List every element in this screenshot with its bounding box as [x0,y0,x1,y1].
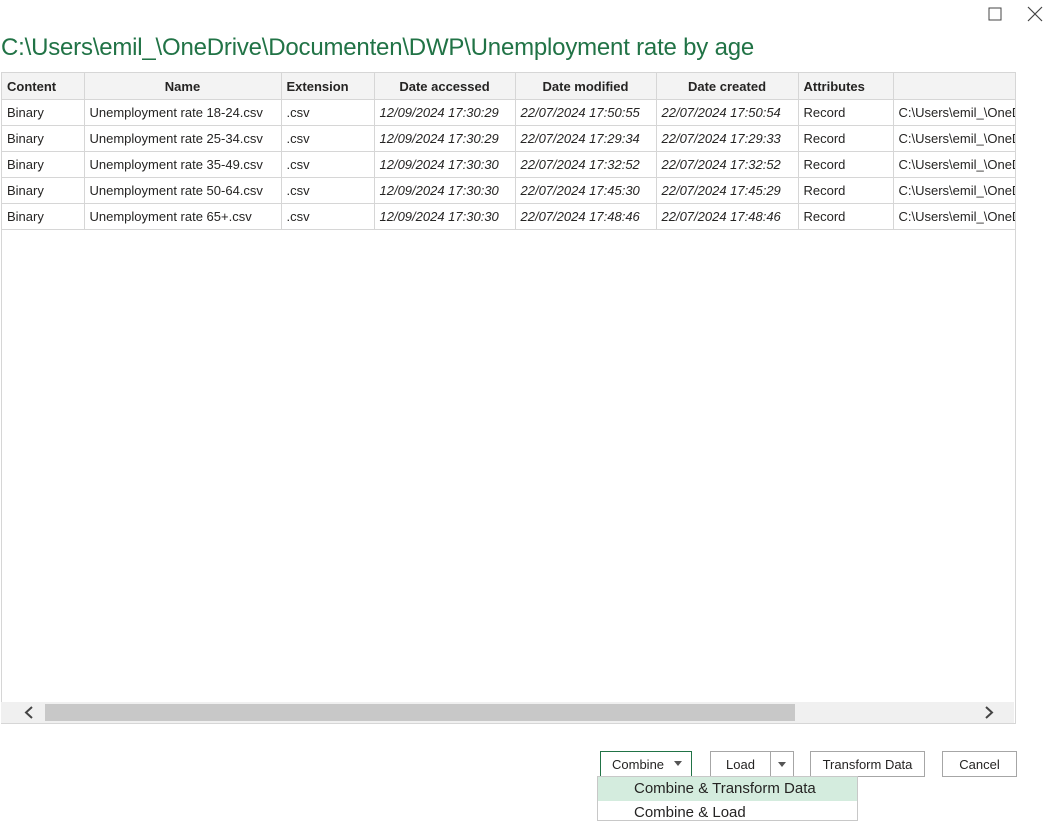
combine-button-label: Combine [612,756,665,772]
cell-content: Binary [2,125,85,152]
transform-data-button-label: Transform Data [822,756,913,772]
cell-date-modified: 22/07/2024 17:50:55 [515,99,657,126]
cell-folder-path: C:\Users\emil_\OneDrive [893,151,1015,178]
file-table: Content Name Extension Date accessed Dat… [2,73,1015,230]
transform-data-button[interactable]: Transform Data [810,751,925,777]
load-button[interactable]: Load [710,751,771,777]
column-header-date-accessed[interactable]: Date accessed [374,73,516,100]
cell-date-created: 22/07/2024 17:32:52 [656,151,799,178]
cell-content: Binary [2,177,85,204]
cell-date-accessed: 12/09/2024 17:30:30 [374,177,516,204]
combine-dropdown-menu: Combine & Transform Data Combine & Load [597,776,858,821]
close-icon[interactable] [1025,4,1045,24]
column-header-folder-path[interactable] [893,73,1015,100]
cell-date-modified: 22/07/2024 17:45:30 [515,177,657,204]
cell-date-created: 22/07/2024 17:45:29 [656,177,799,204]
cell-name: Unemployment rate 35-49.csv [84,151,282,178]
table-header-row: Content Name Extension Date accessed Dat… [2,73,1015,100]
chevron-down-icon [674,761,682,766]
chevron-down-icon [778,761,786,767]
cell-date-accessed: 12/09/2024 17:30:29 [374,99,516,126]
column-header-attributes[interactable]: Attributes [798,73,894,100]
chevron-left-icon[interactable] [19,704,39,721]
cell-date-accessed: 12/09/2024 17:30:29 [374,125,516,152]
column-header-date-modified[interactable]: Date modified [515,73,657,100]
cell-name: Unemployment rate 65+.csv [84,203,282,230]
table-row: Binary Unemployment rate 50-64.csv .csv … [2,177,1015,204]
menu-item-combine-transform[interactable]: Combine & Transform Data [598,777,857,801]
cell-extension: .csv [281,99,375,126]
cell-attributes: Record [798,99,894,126]
chevron-right-icon[interactable] [979,704,999,721]
cell-content: Binary [2,203,85,230]
load-button-label: Load [726,756,755,772]
file-preview-grid: Content Name Extension Date accessed Dat… [1,72,1016,724]
column-header-content[interactable]: Content [2,73,85,100]
load-dropdown-button[interactable] [770,751,794,777]
combine-button[interactable]: Combine [600,751,692,777]
column-header-name[interactable]: Name [84,73,282,100]
cell-name: Unemployment rate 25-34.csv [84,125,282,152]
cell-folder-path: C:\Users\emil_\OneDrive [893,203,1015,230]
cell-extension: .csv [281,177,375,204]
column-header-date-created[interactable]: Date created [656,73,799,100]
cancel-button-label: Cancel [959,756,1000,772]
horizontal-scrollbar[interactable] [1,702,1014,723]
cell-date-created: 22/07/2024 17:29:33 [656,125,799,152]
cell-extension: .csv [281,151,375,178]
cell-name: Unemployment rate 18-24.csv [84,99,282,126]
cell-attributes: Record [798,125,894,152]
column-header-extension[interactable]: Extension [281,73,375,100]
cell-attributes: Record [798,177,894,204]
cell-date-created: 22/07/2024 17:48:46 [656,203,799,230]
cell-date-accessed: 12/09/2024 17:30:30 [374,151,516,178]
maximize-icon[interactable] [985,4,1005,24]
cell-name: Unemployment rate 50-64.csv [84,177,282,204]
menu-item-combine-load[interactable]: Combine & Load [598,801,857,825]
cell-content: Binary [2,99,85,126]
folder-path-title: C:\Users\emil_\OneDrive\Documenten\DWP\U… [1,34,755,61]
cell-folder-path: C:\Users\emil_\OneDrive [893,99,1015,126]
cancel-button[interactable]: Cancel [942,751,1017,777]
cell-date-modified: 22/07/2024 17:29:34 [515,125,657,152]
cell-extension: .csv [281,125,375,152]
table-row: Binary Unemployment rate 18-24.csv .csv … [2,99,1015,126]
cell-date-modified: 22/07/2024 17:32:52 [515,151,657,178]
cell-folder-path: C:\Users\emil_\OneDrive [893,125,1015,152]
cell-attributes: Record [798,203,894,230]
cell-attributes: Record [798,151,894,178]
table-row: Binary Unemployment rate 25-34.csv .csv … [2,125,1015,152]
scrollbar-thumb[interactable] [45,704,795,721]
cell-date-created: 22/07/2024 17:50:54 [656,99,799,126]
cell-extension: .csv [281,203,375,230]
table-row: Binary Unemployment rate 65+.csv .csv 12… [2,203,1015,230]
table-row: Binary Unemployment rate 35-49.csv .csv … [2,151,1015,178]
cell-date-accessed: 12/09/2024 17:30:30 [374,203,516,230]
cell-content: Binary [2,151,85,178]
cell-date-modified: 22/07/2024 17:48:46 [515,203,657,230]
cell-folder-path: C:\Users\emil_\OneDrive [893,177,1015,204]
